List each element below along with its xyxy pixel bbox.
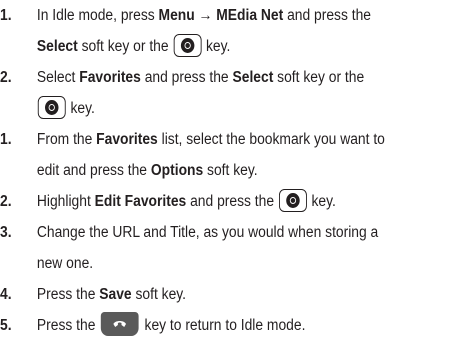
step-text: Press the Save soft key. [36,286,187,303]
step-text: Select Favorites and press the Select so… [36,69,365,119]
step-1-edit-bookmark: 1. From the Favorites list, select the b… [0,124,418,186]
favorites-label: Favorites [79,69,141,86]
select-key-icon [173,34,202,57]
save-softkey-label: Save [99,286,132,303]
select-key-icon [37,96,66,119]
select-softkey-label: Select [36,38,78,55]
step-text: In Idle mode, press Menu → MEdia Net and… [36,7,372,57]
step-4-save: 4. Press the Save soft key. [0,279,418,310]
step-2-select-favorites: 2. Select Favorites and press the Select… [0,62,418,124]
instruction-document: 1. In Idle mode, press Menu → MEdia Net … [0,0,464,363]
step-2-highlight-edit: 2. Highlight Edit Favorites and press th… [0,186,418,217]
step-number: 4. [0,286,12,303]
step-3-change-url: 3. Change the URL and Title, as you woul… [0,217,418,279]
step-number: 5. [0,317,12,334]
step-1-menu: 1. In Idle mode, press Menu → MEdia Net … [0,0,418,62]
edit-favorites-label: Edit Favorites [94,193,187,210]
step-number: 1. [0,7,12,24]
step-text: Press the key to return to Idle mode. [37,310,418,341]
step-number: 2. [0,193,12,210]
options-softkey-label: Options [150,162,204,179]
step-text: Change the URL and Title, as you would w… [36,224,379,272]
select-key-icon [278,189,307,212]
step-text: Highlight Edit Favorites and press the k… [37,186,418,217]
step-number: 3. [0,224,12,241]
step-text: From the Favorites list, select the book… [36,131,385,179]
end-key-icon [101,312,139,336]
select-softkey-label: Select [232,69,274,86]
step-number: 1. [0,131,12,148]
favorites-label: Favorites [96,131,158,148]
menu-path: Menu → MEdia Net [158,7,284,24]
step-number: 2. [0,69,12,86]
step-5-return-idle: 5. Press the key to return to Idle mode. [0,310,418,341]
